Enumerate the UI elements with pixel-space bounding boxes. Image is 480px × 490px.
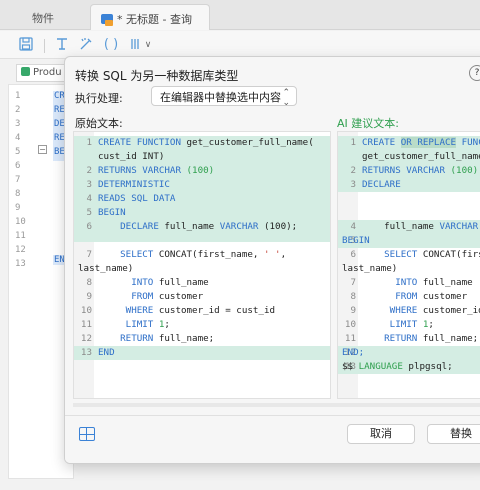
line-number: 11	[15, 231, 26, 241]
code-line: 9 WHERE customer_id	[350, 305, 480, 316]
ai-suggested-text-label: AI 建议文本:	[337, 117, 399, 130]
code-line: 10 WHERE customer_id = cust_id	[80, 305, 276, 316]
code-line: 3 DETERMINISTIC	[74, 178, 330, 192]
code-line: 1 CREATE FUNCTION get_customer_full_name(	[74, 136, 330, 150]
layout-toggle-icon[interactable]	[79, 427, 95, 441]
code-line: 9 FROM customer	[86, 291, 204, 302]
query-icon	[101, 14, 113, 26]
toolbar: ( ) ∨	[0, 31, 480, 59]
cancel-button[interactable]: 取消	[347, 424, 415, 444]
toolbar-divider	[44, 39, 45, 53]
parentheses-icon[interactable]: ( )	[102, 37, 120, 53]
code-line: 6 DECLARE full_name VARCHAR (100);	[74, 220, 330, 234]
code-line: 2RETURNS VARCHAR (100) A	[338, 164, 480, 178]
process-select[interactable]: 在编辑器中替换选中内容 ⌃ ⌄	[151, 86, 297, 108]
process-select-value: 在编辑器中替换选中内容	[160, 91, 281, 104]
original-text-label: 原始文本:	[75, 117, 123, 130]
tab-objects[interactable]: 物件	[22, 4, 64, 30]
code-line-gap	[338, 192, 480, 220]
line-number: 3	[15, 119, 21, 129]
code-line: last_name)	[342, 263, 398, 274]
code-line: 4 full_name VARCHAR (	[338, 220, 480, 234]
code-line: 13 $$ LANGUAGE plpgsql;	[338, 360, 480, 374]
line-number: 1	[15, 91, 21, 101]
dialog-title: 转换 SQL 为另一种数据库类型	[75, 69, 239, 83]
code-line: 2 RETURNS VARCHAR (100)	[74, 164, 330, 178]
fold-toggle-icon[interactable]: −	[38, 145, 47, 154]
code-line: 12 END;	[338, 346, 480, 360]
code-line: 8 FROM customer	[350, 291, 468, 302]
code-line: 13 END	[74, 346, 330, 360]
tab-query-label: * 无标题 - 查询	[117, 13, 192, 26]
code-line: 6 SELECT CONCAT(first	[350, 249, 480, 260]
line-number: 8	[15, 189, 21, 199]
replace-button[interactable]: 替换	[427, 424, 480, 444]
code-line: get_customer_full_name(	[338, 150, 480, 164]
beautify-icon[interactable]	[78, 37, 94, 53]
app-window: 物件 * 无标题 - 查询 ( ) ∨ Produ 1 2 3 4 5 6 7 …	[0, 0, 480, 490]
code-line: 4 READS SQL DATA	[74, 192, 330, 206]
code-line: 12 RETURN full_name;	[80, 333, 215, 344]
code-line: 8 INTO full_name	[86, 277, 209, 288]
updown-chevron-icon: ⌃ ⌄	[282, 88, 290, 108]
code-line: 7 SELECT CONCAT(first_name, ' ',	[86, 249, 287, 260]
chevron-down-icon[interactable]: ∨	[142, 37, 154, 53]
line-number: 9	[15, 203, 21, 213]
code-line: 11 LIMIT 1;	[80, 319, 170, 330]
tab-bar: 物件 * 无标题 - 查询	[0, 0, 480, 30]
code-line: cust_id INT)	[74, 150, 330, 164]
line-number: 7	[15, 175, 21, 185]
convert-sql-dialog: 转换 SQL 为另一种数据库类型 ? 执行处理: 在编辑器中替换选中内容 ⌃ ⌄ …	[64, 56, 480, 464]
table-icon	[21, 67, 30, 76]
ai-suggested-code-pane[interactable]: 1CREATE OR REPLACE FUNCT get_customer_fu…	[337, 131, 480, 399]
original-code-pane[interactable]: 1 CREATE FUNCTION get_customer_full_name(…	[73, 131, 331, 399]
object-tab-label: Produ	[33, 67, 62, 78]
horizontal-scrollbar[interactable]	[73, 403, 480, 407]
line-number: 2	[15, 105, 21, 115]
help-icon[interactable]: ?	[469, 65, 480, 81]
format-icon[interactable]	[54, 37, 70, 53]
code-line: 5 BEGIN	[74, 206, 330, 220]
code-line-gap	[74, 234, 330, 242]
code-line: 1CREATE OR REPLACE FUNCT	[338, 136, 480, 150]
code-line: 11 RETURN full_name;	[344, 333, 479, 344]
code-line: 5 BEGIN	[338, 234, 480, 248]
process-label: 执行处理:	[75, 92, 123, 105]
code-line: 7 INTO full_name	[350, 277, 473, 288]
line-number: 5	[15, 147, 21, 157]
tab-query[interactable]: * 无标题 - 查询	[90, 4, 210, 30]
line-number: 10	[15, 217, 26, 227]
dialog-footer: 取消 替换	[65, 415, 480, 463]
save-icon[interactable]	[18, 37, 34, 53]
code-line: last_name)	[78, 263, 134, 274]
line-number: 4	[15, 133, 21, 143]
code-line: 3 DECLARE	[338, 178, 480, 192]
code-line: 10 LIMIT 1;	[344, 319, 434, 330]
line-number: 6	[15, 161, 21, 171]
line-number: 13	[15, 259, 26, 269]
line-number: 12	[15, 245, 26, 255]
